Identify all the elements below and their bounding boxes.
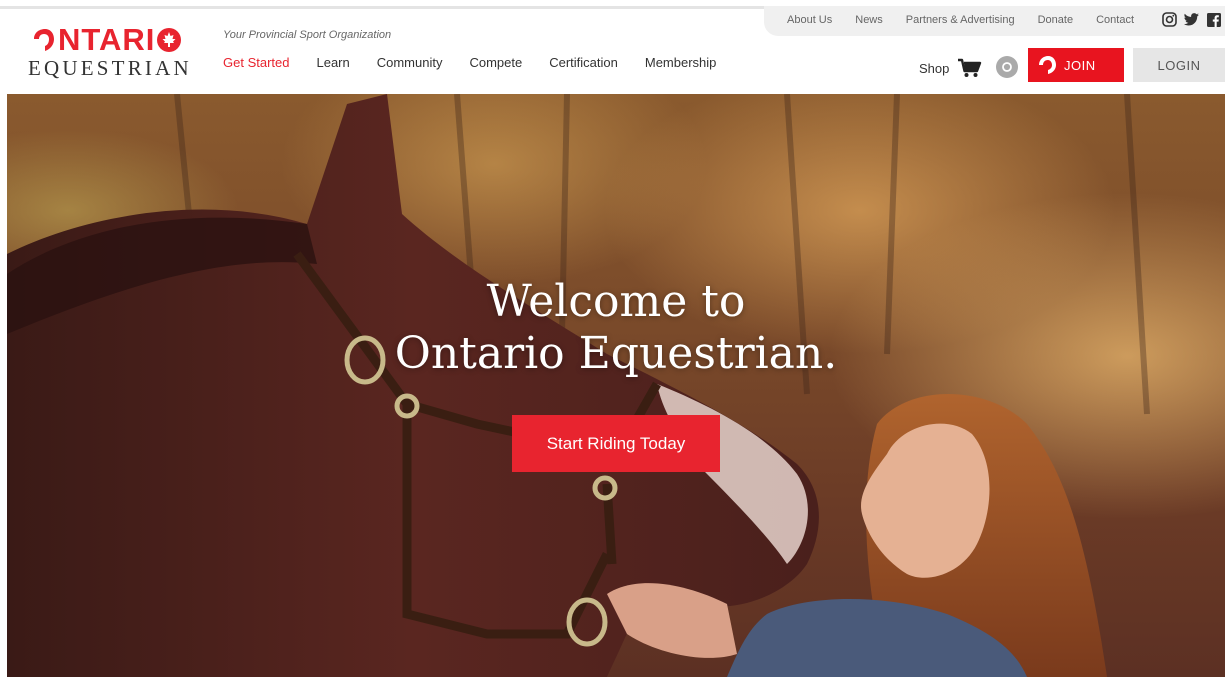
hero-title: Welcome to Ontario Equestrian.: [7, 276, 1225, 380]
instagram-icon[interactable]: [1162, 12, 1177, 27]
nav-learn[interactable]: Learn: [316, 55, 349, 71]
maple-leaf-icon: [157, 28, 182, 52]
join-button[interactable]: JOIN: [1028, 48, 1124, 82]
utility-bar: About Us News Partners & Advertising Don…: [764, 6, 1225, 36]
join-label: JOIN: [1064, 57, 1096, 73]
logo-wordmark-bottom: EQUESTRIAN: [28, 56, 192, 80]
nav-compete[interactable]: Compete: [469, 55, 522, 71]
shop-link[interactable]: Shop: [919, 58, 982, 78]
utility-link-about-us[interactable]: About Us: [787, 13, 832, 27]
utility-link-news[interactable]: News: [855, 13, 883, 27]
cart-icon: [958, 58, 982, 77]
shop-label: Shop: [919, 60, 950, 76]
facebook-icon[interactable]: [1206, 12, 1221, 27]
social-links: [1162, 12, 1221, 27]
utility-link-partners-advertising[interactable]: Partners & Advertising: [906, 13, 1015, 27]
logo-top-text: NTARI: [58, 22, 156, 57]
site-header: NTARI EQUESTRIAN Your Provincial Sport O…: [0, 0, 1225, 94]
hero-title-line2: Ontario Equestrian.: [394, 328, 838, 379]
top-rule: [0, 6, 780, 9]
search-icon[interactable]: [996, 56, 1018, 78]
nav-get-started[interactable]: Get Started: [223, 55, 289, 71]
join-swirl-icon: [1039, 56, 1056, 74]
utility-link-donate[interactable]: Donate: [1038, 13, 1073, 27]
hero-photo-horse-and-rider: [7, 94, 1150, 677]
utility-links: About Us News Partners & Advertising Don…: [787, 13, 1134, 27]
nav-membership[interactable]: Membership: [645, 55, 717, 71]
nav-certification[interactable]: Certification: [549, 55, 618, 71]
hero-banner: Welcome to Ontario Equestrian. Start Rid…: [7, 94, 1225, 677]
main-nav: Get Started Learn Community Compete Cert…: [223, 55, 743, 71]
twitter-icon[interactable]: [1184, 12, 1199, 27]
start-riding-today-button[interactable]: Start Riding Today: [512, 415, 720, 472]
logo-swirl-icon: [34, 29, 54, 51]
ontario-equestrian-logo[interactable]: NTARI EQUESTRIAN: [28, 24, 198, 80]
utility-link-contact[interactable]: Contact: [1096, 13, 1134, 27]
hero-title-line1: Welcome to: [486, 276, 746, 327]
nav-community[interactable]: Community: [377, 55, 443, 71]
login-button[interactable]: LOGIN: [1133, 48, 1225, 82]
logo-wordmark-top: NTARI: [30, 24, 182, 56]
tagline: Your Provincial Sport Organization: [223, 29, 392, 41]
